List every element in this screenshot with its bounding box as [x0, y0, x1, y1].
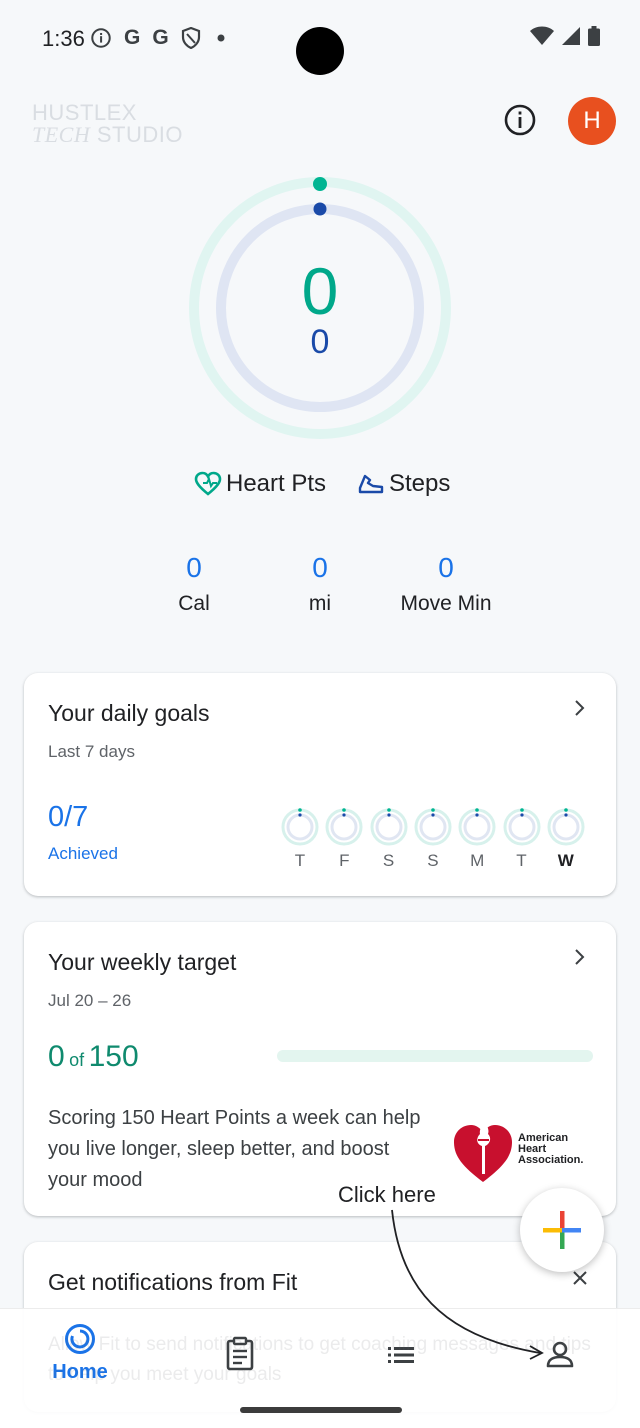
steps-shoe-icon	[358, 474, 384, 494]
watermark-line2: TECH STUDIO	[32, 124, 183, 146]
watermark-studio: STUDIO	[96, 122, 183, 147]
weekly-target-score: 0 of 150	[48, 1040, 139, 1074]
heart-points-value: 0	[301, 254, 339, 328]
metric-calories-value: 0	[186, 552, 202, 583]
metric-distance: 0 mi	[250, 550, 390, 616]
day-goal-4: M	[457, 807, 497, 870]
aha-line3: Association.	[518, 1154, 584, 1166]
daily-goals-card[interactable]: Your daily goals Last 7 days 0/7 Achieve…	[24, 673, 616, 896]
metric-distance-label: mi	[308, 592, 332, 615]
camera-cutout	[296, 27, 344, 75]
day-goal-5: T	[502, 807, 542, 870]
day-goal-2: S	[369, 807, 409, 870]
cellular-icon	[562, 27, 580, 45]
info-icon	[504, 104, 536, 136]
weekly-target-of: of	[69, 1050, 85, 1070]
day-label: T	[294, 851, 306, 870]
day-goal-1: F	[324, 807, 364, 870]
daily-goals-achieved-label: Achieved	[48, 844, 118, 863]
chevron-right-icon	[575, 700, 585, 716]
day-goal-ring-icon	[414, 808, 452, 846]
day-label: S	[427, 851, 439, 870]
day-label: T	[516, 851, 527, 870]
close-icon[interactable]	[572, 1270, 588, 1286]
metric-distance-value: 0	[312, 552, 328, 583]
battery-icon	[588, 26, 600, 46]
dot-icon	[217, 34, 225, 42]
info-circle-icon	[91, 28, 111, 48]
weekly-target-title: Your weekly target	[48, 949, 237, 975]
metric-calories: 0 Cal	[124, 550, 264, 616]
chevron-right-icon	[575, 949, 585, 965]
day-goal-ring-icon	[281, 808, 319, 846]
daily-goals-subtitle: Last 7 days	[48, 742, 135, 761]
wifi-icon	[530, 26, 554, 45]
day-label: S	[382, 851, 395, 870]
weekly-target-card[interactable]: Your weekly target Jul 20 – 26 0 of 150 …	[24, 922, 616, 1216]
shield-icon	[181, 27, 200, 49]
google-g-icon: G	[152, 26, 169, 49]
info-button[interactable]	[502, 102, 538, 138]
steps-value: 0	[310, 323, 330, 361]
day-goal-0: T	[280, 807, 320, 870]
avatar[interactable]: H	[568, 97, 616, 145]
day-goal-ring-icon	[325, 808, 363, 846]
daily-goals-achieved-value: 0/7	[48, 801, 89, 833]
metric-calories-label: Cal	[178, 592, 210, 615]
day-goal-ring-icon	[370, 808, 408, 846]
aha-text: American Heart Association.	[518, 1133, 583, 1166]
metric-move-minutes-value: 0	[438, 552, 454, 583]
google-g-icon: G	[124, 26, 141, 49]
weekly-target-goal: 150	[88, 1040, 139, 1073]
day-goal-ring-icon	[503, 808, 540, 846]
weekly-target-value: 0	[48, 1040, 65, 1073]
heart-points-icon	[194, 471, 222, 496]
daily-goals-title: Your daily goals	[48, 700, 210, 726]
legend-heart-points: Heart Pts	[194, 470, 326, 498]
status-notification-icons: G G	[90, 26, 229, 50]
notifications-title: Get notifications from Fit	[48, 1269, 298, 1295]
legend-steps-label: Steps	[389, 470, 451, 497]
aha-logo: American Heart Association.	[452, 1112, 592, 1186]
watermark-logo: HUSTLEX TECH STUDIO	[32, 102, 183, 146]
day-goal-6: W	[546, 807, 586, 870]
weekly-target-date-range: Jul 20 – 26	[48, 991, 132, 1010]
day-goal-ring-icon	[547, 808, 585, 846]
day-label: W	[557, 851, 574, 870]
heart-points-ring-marker	[313, 177, 327, 191]
legend-steps: Steps	[357, 470, 450, 498]
status-time: 1:36	[42, 26, 85, 51]
annotation-label: Click here	[338, 1182, 436, 1207]
watermark-tech: TECH	[32, 122, 91, 147]
legend-heart-label: Heart Pts	[226, 470, 327, 497]
annotation-arrow-icon	[391, 1209, 544, 1360]
metric-move-minutes-label: Move Min	[400, 592, 492, 615]
day-label: F	[339, 851, 350, 870]
day-goal-3: S	[413, 807, 453, 870]
gesture-bar[interactable]	[240, 1407, 402, 1413]
steps-ring-marker	[313, 202, 327, 216]
weekly-target-progress-bar	[277, 1050, 593, 1062]
day-goal-ring-icon	[458, 808, 496, 846]
day-label: M	[470, 851, 485, 870]
aha-heart-torch-icon	[454, 1120, 512, 1182]
status-system-icons	[530, 26, 600, 46]
watermark-line1: HUSTLEX	[32, 100, 137, 125]
metric-move-minutes: 0 Move Min	[376, 550, 516, 616]
